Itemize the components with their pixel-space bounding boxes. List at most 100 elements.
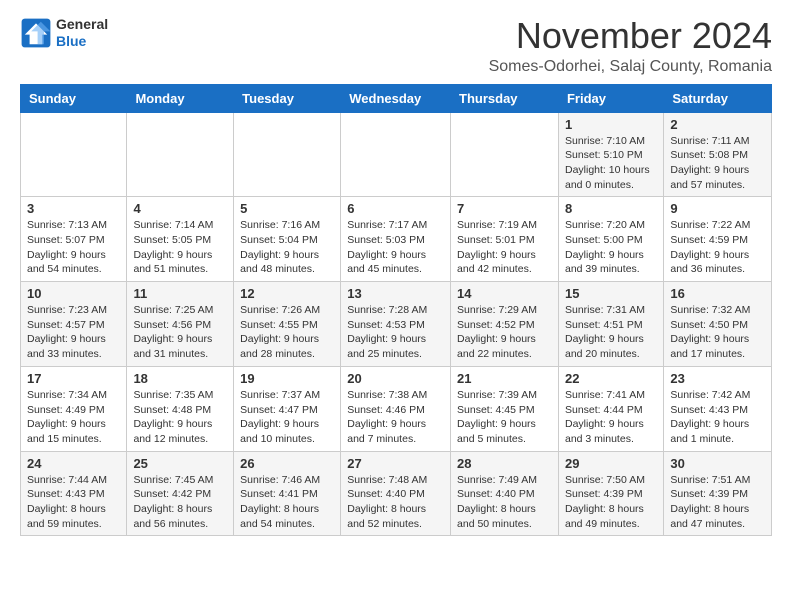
calendar-cell: 13Sunrise: 7:28 AM Sunset: 4:53 PM Dayli…: [341, 282, 451, 367]
calendar-cell: [21, 112, 127, 197]
calendar-cell: 7Sunrise: 7:19 AM Sunset: 5:01 PM Daylig…: [451, 197, 559, 282]
calendar-cell: 21 Sunrise: 7:39 AM Sunset: 4:45 PM Dayli…: [451, 366, 559, 451]
day-info: Sunrise: 7:25 AM Sunset: 4:56 PM Dayligh…: [133, 303, 227, 362]
day-number: 6: [347, 201, 444, 216]
calendar-cell: 20Sunrise: 7:38 AM Sunset: 4:46 PM Dayli…: [341, 366, 451, 451]
calendar-cell: 1 Sunrise: 7:10 AM Sunset: 5:10 PM Daylig…: [558, 112, 663, 197]
month-title: November 2024: [489, 16, 772, 56]
day-number: 9: [670, 201, 765, 216]
day-number: 1: [565, 117, 657, 132]
location-subtitle: Somes-Odorhei, Salaj County, Romania: [489, 58, 772, 76]
calendar-cell: 26Sunrise: 7:46 AM Sunset: 4:41 PM Dayli…: [234, 451, 341, 536]
calendar-cell: 28 Sunrise: 7:49 AM Sunset: 4:40 PM Dayli…: [451, 451, 559, 536]
day-number: 11: [133, 286, 227, 301]
title-block: November 2024 Somes-Odorhei, Salaj Count…: [489, 16, 772, 76]
day-number: 15: [565, 286, 657, 301]
day-info: Sunrise: 7:45 AM Sunset: 4:42 PM Dayligh…: [133, 473, 227, 532]
day-info: Sunrise: 7:50 AM Sunset: 4:39 PM Dayligh…: [565, 473, 657, 532]
calendar-cell: 29 Sunrise: 7:50 AM Sunset: 4:39 PM Dayli…: [558, 451, 663, 536]
day-info: Sunrise: 7:32 AM Sunset: 4:50 PM Dayligh…: [670, 303, 765, 362]
day-number: 29: [565, 456, 657, 471]
calendar-cell: 27 Sunrise: 7:48 AM Sunset: 4:40 PM Dayli…: [341, 451, 451, 536]
day-number: 5: [240, 201, 334, 216]
day-info: Sunrise: 7:28 AM Sunset: 4:53 PM Dayligh…: [347, 303, 444, 362]
calendar-week-row: 24 Sunrise: 7:44 AM Sunset: 4:43 PM Dayli…: [21, 451, 772, 536]
calendar-cell: 4 Sunrise: 7:14 AM Sunset: 5:05 PM Daylig…: [127, 197, 234, 282]
day-number: 24: [27, 456, 120, 471]
calendar-cell: 10Sunrise: 7:23 AM Sunset: 4:57 PM Dayli…: [21, 282, 127, 367]
logo-icon: [20, 17, 52, 49]
day-info: Sunrise: 7:10 AM Sunset: 5:10 PM Dayligh…: [565, 134, 657, 193]
day-number: 16: [670, 286, 765, 301]
col-sunday: Sunday: [21, 84, 127, 112]
day-number: 21: [457, 371, 552, 386]
calendar-cell: [234, 112, 341, 197]
day-info: Sunrise: 7:20 AM Sunset: 5:00 PM Dayligh…: [565, 218, 657, 277]
day-info: Sunrise: 7:44 AM Sunset: 4:43 PM Dayligh…: [27, 473, 120, 532]
calendar-cell: 16 Sunrise: 7:32 AM Sunset: 4:50 PM Dayli…: [664, 282, 772, 367]
day-number: 4: [133, 201, 227, 216]
day-info: Sunrise: 7:49 AM Sunset: 4:40 PM Dayligh…: [457, 473, 552, 532]
calendar-cell: 23 Sunrise: 7:42 AM Sunset: 4:43 PM Dayli…: [664, 366, 772, 451]
col-friday: Friday: [558, 84, 663, 112]
day-number: 30: [670, 456, 765, 471]
calendar-body: 1 Sunrise: 7:10 AM Sunset: 5:10 PM Daylig…: [21, 112, 772, 536]
day-info: Sunrise: 7:51 AM Sunset: 4:39 PM Dayligh…: [670, 473, 765, 532]
day-number: 28: [457, 456, 552, 471]
calendar-cell: 3Sunrise: 7:13 AM Sunset: 5:07 PM Daylig…: [21, 197, 127, 282]
day-number: 17: [27, 371, 120, 386]
day-number: 20: [347, 371, 444, 386]
day-info: Sunrise: 7:26 AM Sunset: 4:55 PM Dayligh…: [240, 303, 334, 362]
day-number: 14: [457, 286, 552, 301]
day-info: Sunrise: 7:34 AM Sunset: 4:49 PM Dayligh…: [27, 388, 120, 447]
calendar-cell: 9 Sunrise: 7:22 AM Sunset: 4:59 PM Daylig…: [664, 197, 772, 282]
day-number: 23: [670, 371, 765, 386]
day-number: 18: [133, 371, 227, 386]
calendar-cell: 24 Sunrise: 7:44 AM Sunset: 4:43 PM Dayli…: [21, 451, 127, 536]
day-info: Sunrise: 7:35 AM Sunset: 4:48 PM Dayligh…: [133, 388, 227, 447]
calendar-cell: 30 Sunrise: 7:51 AM Sunset: 4:39 PM Dayli…: [664, 451, 772, 536]
col-saturday: Saturday: [664, 84, 772, 112]
col-monday: Monday: [127, 84, 234, 112]
calendar-cell: 6 Sunrise: 7:17 AM Sunset: 5:03 PM Daylig…: [341, 197, 451, 282]
calendar-week-row: 1 Sunrise: 7:10 AM Sunset: 5:10 PM Daylig…: [21, 112, 772, 197]
day-info: Sunrise: 7:11 AM Sunset: 5:08 PM Dayligh…: [670, 134, 765, 193]
day-number: 7: [457, 201, 552, 216]
day-info: Sunrise: 7:41 AM Sunset: 4:44 PM Dayligh…: [565, 388, 657, 447]
day-info: Sunrise: 7:48 AM Sunset: 4:40 PM Dayligh…: [347, 473, 444, 532]
calendar-header-row: Sunday Monday Tuesday Wednesday Thursday…: [21, 84, 772, 112]
col-tuesday: Tuesday: [234, 84, 341, 112]
col-thursday: Thursday: [451, 84, 559, 112]
calendar-cell: 12 Sunrise: 7:26 AM Sunset: 4:55 PM Dayli…: [234, 282, 341, 367]
day-number: 8: [565, 201, 657, 216]
day-info: Sunrise: 7:42 AM Sunset: 4:43 PM Dayligh…: [670, 388, 765, 447]
day-info: Sunrise: 7:31 AM Sunset: 4:51 PM Dayligh…: [565, 303, 657, 362]
day-number: 25: [133, 456, 227, 471]
calendar-cell: 14 Sunrise: 7:29 AM Sunset: 4:52 PM Dayli…: [451, 282, 559, 367]
day-info: Sunrise: 7:14 AM Sunset: 5:05 PM Dayligh…: [133, 218, 227, 277]
day-number: 22: [565, 371, 657, 386]
calendar-cell: 2Sunrise: 7:11 AM Sunset: 5:08 PM Daylig…: [664, 112, 772, 197]
day-number: 12: [240, 286, 334, 301]
day-info: Sunrise: 7:37 AM Sunset: 4:47 PM Dayligh…: [240, 388, 334, 447]
day-number: 27: [347, 456, 444, 471]
day-info: Sunrise: 7:23 AM Sunset: 4:57 PM Dayligh…: [27, 303, 120, 362]
calendar-cell: 8 Sunrise: 7:20 AM Sunset: 5:00 PM Daylig…: [558, 197, 663, 282]
calendar-cell: 22 Sunrise: 7:41 AM Sunset: 4:44 PM Dayli…: [558, 366, 663, 451]
calendar-cell: [341, 112, 451, 197]
calendar-cell: [127, 112, 234, 197]
day-info: Sunrise: 7:39 AM Sunset: 4:45 PM Dayligh…: [457, 388, 552, 447]
day-info: Sunrise: 7:29 AM Sunset: 4:52 PM Dayligh…: [457, 303, 552, 362]
calendar-cell: 25 Sunrise: 7:45 AM Sunset: 4:42 PM Dayli…: [127, 451, 234, 536]
day-info: Sunrise: 7:17 AM Sunset: 5:03 PM Dayligh…: [347, 218, 444, 277]
col-wednesday: Wednesday: [341, 84, 451, 112]
day-info: Sunrise: 7:22 AM Sunset: 4:59 PM Dayligh…: [670, 218, 765, 277]
day-info: Sunrise: 7:46 AM Sunset: 4:41 PM Dayligh…: [240, 473, 334, 532]
page-header: General Blue November 2024 Somes-Odorhei…: [0, 0, 792, 84]
calendar-cell: 5Sunrise: 7:16 AM Sunset: 5:04 PM Daylig…: [234, 197, 341, 282]
logo-text: General Blue: [56, 16, 108, 50]
calendar-table: Sunday Monday Tuesday Wednesday Thursday…: [20, 84, 772, 537]
day-info: Sunrise: 7:13 AM Sunset: 5:07 PM Dayligh…: [27, 218, 120, 277]
calendar-week-row: 17 Sunrise: 7:34 AM Sunset: 4:49 PM Dayli…: [21, 366, 772, 451]
calendar-cell: 18 Sunrise: 7:35 AM Sunset: 4:48 PM Dayli…: [127, 366, 234, 451]
